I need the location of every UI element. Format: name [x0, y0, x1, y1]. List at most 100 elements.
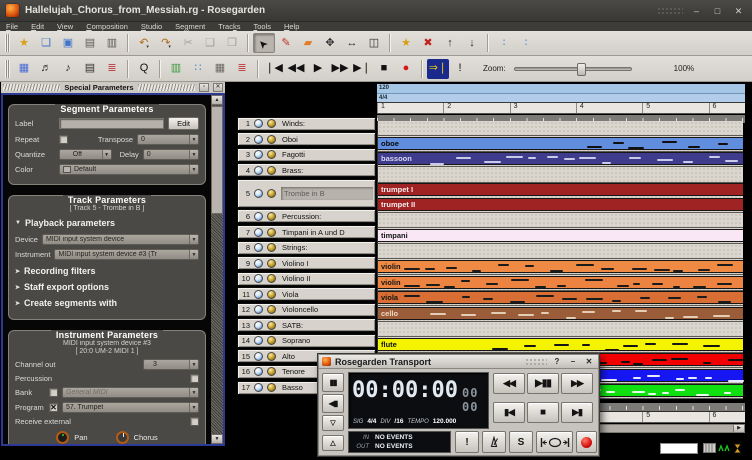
canvas-track-lane[interactable]: flute	[377, 337, 743, 353]
undo-button[interactable]: ↶▾	[133, 33, 155, 53]
pan-knob[interactable]	[56, 431, 69, 444]
pointer-to-cursor-button[interactable]: ⇒❘	[427, 59, 449, 79]
dock-titlebar[interactable]: Special Parameters ▫ ✕	[1, 82, 225, 93]
segment-oboe[interactable]: oboe	[378, 137, 743, 150]
titlebar[interactable]: Hallelujah_Chorus_from_Messiah.rg - Rose…	[0, 0, 752, 22]
canvas-track-lane[interactable]: oboe	[377, 136, 743, 152]
move-track-up-button[interactable]: ↑	[439, 33, 461, 53]
delete-track-button[interactable]: ✖	[417, 33, 439, 53]
mute-led[interactable]	[254, 189, 263, 198]
mute-led[interactable]	[254, 166, 263, 175]
midi-monitor-button[interactable]: ≣	[231, 59, 253, 79]
record-arm-led[interactable]	[267, 336, 276, 345]
menu-help[interactable]: Help	[284, 22, 299, 31]
playback-begin-button[interactable]: ❘◀	[263, 59, 285, 79]
section-header-create-segments-with[interactable]: ➤Create segments with	[15, 298, 199, 308]
panic-button[interactable]: !	[455, 431, 479, 453]
mute-led[interactable]	[254, 212, 263, 221]
canvas-track-lane[interactable]: violin	[377, 259, 743, 275]
segment-cello[interactable]: cello	[378, 307, 743, 320]
canvas-track-lane[interactable]	[377, 167, 743, 183]
move-tool-button[interactable]: ✥	[319, 33, 341, 53]
transport-minimize-button[interactable]: –	[567, 357, 579, 366]
bar-number[interactable]: 6	[709, 103, 746, 113]
manage-tracks-button[interactable]: ▥	[165, 59, 187, 79]
track-row[interactable]: 8Strings:	[237, 241, 376, 255]
loop-button[interactable]	[536, 431, 573, 453]
record-arm-led[interactable]	[267, 228, 276, 237]
resize-tool-button[interactable]: ↔	[341, 33, 363, 53]
mute-led[interactable]	[254, 321, 263, 330]
segment-trumpet-I[interactable]: trumpet I	[378, 183, 743, 196]
bar-number[interactable]: 5	[642, 103, 708, 113]
bank-select[interactable]: General MIDI	[62, 387, 199, 398]
pause-button[interactable]: ▮▮	[322, 373, 344, 392]
split-tool-button[interactable]: ◫	[363, 33, 385, 53]
chorus-knob[interactable]	[116, 431, 129, 444]
mute-led[interactable]	[254, 274, 263, 283]
record-arm-led[interactable]	[267, 189, 276, 198]
expand-down-button[interactable]: ▽	[322, 415, 344, 431]
record-arm-led[interactable]	[267, 352, 276, 361]
new-file-button[interactable]: ★	[13, 33, 35, 53]
zoom-slider-handle[interactable]	[577, 63, 586, 76]
to-beginning-button[interactable]: ▮◀	[493, 402, 525, 423]
record-arm-led[interactable]	[267, 274, 276, 283]
segment-flute[interactable]: flute	[378, 338, 743, 351]
pitch-tracker-button[interactable]: ≣	[101, 59, 123, 79]
track-row[interactable]: 14Soprano	[237, 334, 376, 348]
toolbar-handle[interactable]	[5, 34, 10, 52]
fast-forward-button[interactable]: ▶▶	[329, 59, 351, 79]
play-button[interactable]: ▶▮▮	[527, 373, 559, 394]
edit-button[interactable]: Edit	[168, 117, 199, 130]
mute-led[interactable]	[254, 305, 263, 314]
delay-select[interactable]: 0	[143, 149, 199, 160]
bar-number[interactable]: 4	[576, 103, 642, 113]
mute-led[interactable]	[254, 352, 263, 361]
menu-segment[interactable]: Segment	[175, 22, 205, 31]
record-arm-led[interactable]	[267, 321, 276, 330]
mute-all-button[interactable]: ∶	[493, 33, 515, 53]
rewind-button[interactable]: ◀◀	[493, 373, 525, 394]
menu-edit[interactable]: Edit	[31, 22, 44, 31]
copy-button[interactable]: ❑	[199, 33, 221, 53]
mute-led[interactable]	[254, 135, 263, 144]
record-arm-led[interactable]	[267, 367, 276, 376]
section-header-staff-export-options[interactable]: ➤Staff export options	[15, 282, 199, 292]
device-select[interactable]: MIDI input system device	[42, 234, 199, 245]
scroll-down-icon[interactable]: ▼	[211, 434, 223, 444]
record-button[interactable]	[576, 431, 597, 453]
quantize-select[interactable]: Off	[59, 149, 112, 160]
segment-violin[interactable]: violin	[378, 260, 743, 273]
move-track-down-button[interactable]: ↓	[461, 33, 483, 53]
canvas-track-lane[interactable]: bassoon	[377, 152, 743, 168]
stop-button[interactable]: ■	[373, 59, 395, 79]
section-header-recording-filters[interactable]: ➤Recording filters	[15, 266, 199, 276]
open-file-button[interactable]: ❑	[35, 33, 57, 53]
select-tool-button[interactable]: ➤	[253, 33, 275, 53]
scrollbar-thumb[interactable]	[211, 106, 223, 214]
mute-led[interactable]	[254, 367, 263, 376]
playback-parameters-header[interactable]: ▼ Playback parameters	[15, 218, 199, 228]
receive-external-checkbox[interactable]	[190, 417, 199, 426]
bank-checkbox[interactable]	[49, 388, 58, 397]
percussion-checkbox[interactable]	[190, 374, 199, 383]
rewind-to-start-button[interactable]: ◀▮	[322, 394, 344, 413]
segment-bassoon[interactable]: bassoon	[378, 152, 743, 165]
close-button[interactable]: ✕	[731, 4, 746, 18]
menu-view[interactable]: View	[57, 22, 73, 31]
menu-composition[interactable]: Composition	[86, 22, 128, 31]
track-row[interactable]: 11Viola	[237, 287, 376, 301]
canvas-track-lane[interactable]: cello	[377, 306, 743, 322]
menu-tools[interactable]: Tools	[253, 22, 271, 31]
track-row[interactable]: 3Fagotti	[237, 148, 376, 162]
segment-trumpet-II[interactable]: trumpet II	[378, 198, 743, 211]
transport-help-button[interactable]: ?	[551, 357, 563, 366]
canvas-track-lane[interactable]	[377, 121, 743, 137]
bar-number[interactable]: 3	[510, 103, 576, 113]
toolbar-handle[interactable]	[5, 60, 10, 78]
menu-studio[interactable]: Studio	[141, 22, 162, 31]
transport-close-button[interactable]: ✕	[583, 357, 595, 366]
event-list-editor-button[interactable]: ▤	[79, 59, 101, 79]
canvas-track-lane[interactable]	[377, 244, 743, 260]
